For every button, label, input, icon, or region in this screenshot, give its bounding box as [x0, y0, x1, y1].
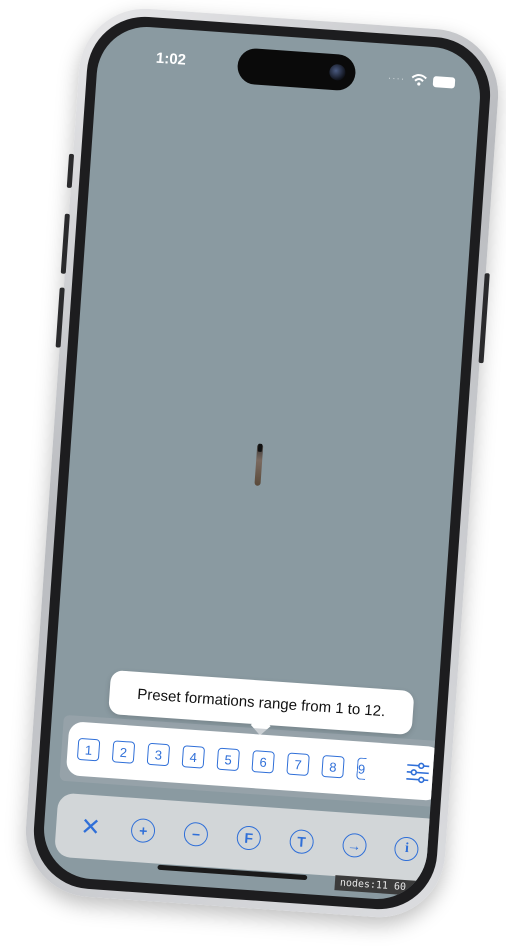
preset-button-5[interactable]: 5	[216, 747, 240, 772]
preset-button-2[interactable]: 2	[111, 740, 136, 764]
bezel: 1:02 ···· Preset formations range from 1…	[30, 12, 494, 914]
f-circle-icon: F	[235, 825, 262, 851]
stage: 1:02 ···· Preset formations range from 1…	[0, 0, 506, 952]
battery-icon	[432, 75, 456, 89]
preset-button-1[interactable]: 1	[76, 737, 101, 762]
volume-down-button	[55, 287, 65, 348]
debug-stats: nodes:11 60.0 fps	[334, 875, 448, 898]
info-circle-icon: i	[394, 836, 420, 862]
preset-button-6[interactable]: 6	[251, 750, 275, 774]
arrow-right-circle-icon: →	[341, 832, 368, 859]
dynamic-island	[236, 47, 357, 92]
close-icon: ✕	[79, 812, 102, 842]
bottom-toolbar: ✕ + − F T → i	[54, 792, 444, 884]
ship-model[interactable]	[254, 443, 264, 486]
preset-button-7[interactable]: 7	[286, 752, 310, 776]
next-button[interactable]: →	[339, 830, 369, 860]
action-button	[66, 153, 75, 189]
volume-up-button	[60, 213, 70, 274]
status-time: 1:02	[155, 49, 187, 69]
t-circle-icon: T	[288, 828, 315, 855]
add-button[interactable]: +	[128, 816, 158, 846]
preset-button-9[interactable]: 9	[356, 757, 367, 780]
signal-dots: ····	[387, 72, 406, 85]
power-button	[478, 273, 490, 364]
sliders-icon[interactable]	[404, 759, 432, 787]
status-icons: ····	[387, 72, 456, 89]
close-button[interactable]: ✕	[76, 812, 106, 842]
formation-button[interactable]: F	[234, 823, 264, 853]
minus-circle-icon: −	[183, 821, 209, 848]
screen: 1:02 ···· Preset formations range from 1…	[40, 23, 484, 903]
info-button[interactable]: i	[392, 834, 422, 864]
remove-button[interactable]: −	[181, 819, 211, 849]
plus-circle-icon: +	[130, 817, 157, 844]
phone-frame: 1:02 ···· Preset formations range from 1…	[21, 4, 503, 922]
preset-button-4[interactable]: 4	[181, 745, 206, 769]
preset-button-8[interactable]: 8	[321, 754, 345, 779]
wifi-icon	[411, 74, 427, 86]
preset-button-3[interactable]: 3	[146, 742, 171, 767]
camera-icon	[328, 63, 346, 81]
target-button[interactable]: T	[287, 827, 317, 857]
